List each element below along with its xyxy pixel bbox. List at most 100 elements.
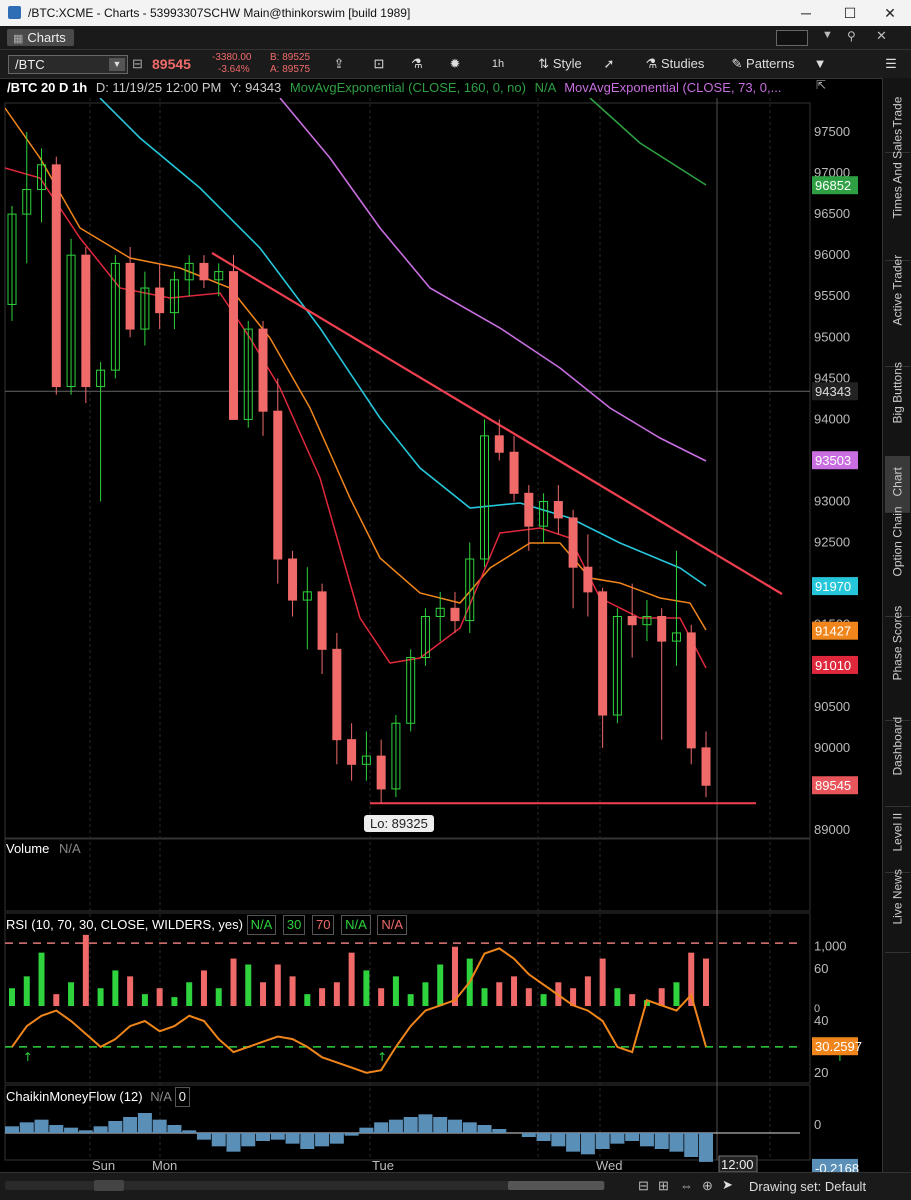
ema73-label[interactable]: MovAvgExponential (CLOSE, 73, 0,...	[564, 80, 781, 95]
cmf-bar	[182, 1130, 197, 1133]
candle-body[interactable]	[553, 501, 563, 519]
time-axis-label: Sun	[92, 1158, 115, 1172]
price-tag: 91010	[815, 658, 851, 673]
candle-body[interactable]	[583, 566, 593, 593]
rsi-value-4: N/A	[341, 915, 371, 935]
time-current-label: 12:00	[721, 1157, 754, 1172]
style-button[interactable]: ⇅ Style	[530, 53, 590, 75]
share-icon[interactable]: ⇪	[328, 53, 350, 75]
candle-body[interactable]	[332, 648, 342, 741]
drawing-set[interactable]: Drawing set: Default	[749, 1179, 866, 1194]
rsi-title[interactable]: RSI (10, 70, 30, CLOSE, WILDERS, yes)	[6, 917, 243, 932]
candle-body[interactable]	[568, 517, 578, 568]
price-tick-label: 95000	[814, 329, 850, 344]
candle-body[interactable]	[686, 632, 696, 749]
cmf-title[interactable]: ChaikinMoneyFlow (12)	[6, 1089, 143, 1104]
candle-body[interactable]	[51, 164, 61, 388]
scroll-handle-icon[interactable]	[94, 1180, 124, 1191]
nav-tab-active-trader[interactable]: Active Trader	[885, 254, 910, 367]
settings-gear-icon[interactable]: ✹	[444, 53, 466, 75]
nav-tab-dashboard[interactable]: Dashboard	[885, 717, 910, 807]
candle-body[interactable]	[701, 747, 711, 786]
candle-body[interactable]	[657, 615, 667, 642]
nav-tab-level-ii[interactable]: Level II	[885, 806, 910, 873]
close-panel-icon[interactable]: ✕	[876, 28, 887, 44]
minimize-button[interactable]: ─	[786, 2, 826, 24]
crosshair-icon[interactable]: ⊕	[702, 1178, 713, 1194]
nav-tab-big-buttons[interactable]: Big Buttons	[885, 362, 910, 457]
candle-body[interactable]	[450, 607, 460, 622]
cursor-icon[interactable]: ➚	[598, 53, 620, 75]
chevron-down-icon[interactable]: ▼	[822, 29, 833, 41]
volume-bar	[392, 976, 399, 1006]
nav-tab-label: Times And Sales	[890, 128, 905, 219]
candle-body[interactable]	[598, 591, 608, 716]
rsi-current-tag: 30.2597	[815, 1039, 862, 1054]
volume-bar	[629, 994, 636, 1006]
cmf-bar	[610, 1133, 625, 1144]
cmf-zero: 0	[174, 1087, 191, 1107]
toolbar-menu-icon[interactable]: ☰	[880, 53, 902, 75]
candle-body[interactable]	[81, 254, 91, 388]
expand-icon[interactable]: ⇔	[680, 1178, 693, 1193]
symbol-input[interactable]: /BTC ▼	[8, 55, 128, 74]
cmf-tick-label: 0	[814, 1117, 821, 1132]
cmf-bar	[374, 1122, 389, 1133]
cmf-header: ChaikinMoneyFlow (12) N/A 0	[6, 1087, 193, 1107]
candle-body[interactable]	[199, 262, 209, 281]
candle-body[interactable]	[228, 271, 238, 420]
candle-body[interactable]	[494, 435, 504, 453]
nav-tab-live-news[interactable]: Live News	[885, 869, 910, 953]
volume-title: Volume	[6, 841, 50, 856]
pin-icon[interactable]: ⚲	[847, 29, 856, 43]
candle-body[interactable]	[155, 287, 165, 314]
tab-charts[interactable]: ▦ Charts	[7, 29, 74, 46]
watch-icon[interactable]: ⊟	[132, 56, 143, 72]
scroll-thumb[interactable]	[508, 1181, 604, 1190]
symbol-text: /BTC	[15, 57, 45, 72]
candle-body[interactable]	[125, 262, 135, 330]
nav-tab-chart[interactable]: Chart	[885, 456, 910, 513]
nav-tab-option-chain[interactable]: Option Chain	[885, 506, 910, 617]
candle-body[interactable]	[627, 615, 637, 626]
cmf-bar	[388, 1119, 403, 1133]
maximize-button[interactable]: ☐	[830, 2, 870, 24]
trend-line[interactable]	[211, 252, 783, 595]
candle-body[interactable]	[288, 558, 298, 601]
flask-icon[interactable]: ⚗	[406, 53, 428, 75]
candle-body[interactable]	[258, 328, 268, 412]
patterns-button[interactable]: ✎ Patterns	[726, 53, 800, 75]
chart-menu-icon[interactable]: ▼	[810, 53, 830, 75]
volume-bar	[511, 976, 518, 1006]
volume-bar	[230, 958, 237, 1006]
candle-body[interactable]	[317, 591, 327, 650]
nav-tab-label: Active Trader	[890, 254, 905, 326]
candle-body[interactable]	[347, 739, 357, 765]
zoom-out-icon[interactable]: ⊟	[638, 1178, 649, 1194]
studies-button[interactable]: ⚗ Studies	[640, 53, 710, 75]
chart-area[interactable]: ↑↑↑↑↑ 9750097000965009600095500950009450…	[0, 98, 882, 1172]
ema73-line	[279, 98, 707, 462]
layout-selector[interactable]	[776, 30, 808, 46]
close-button[interactable]: ✕	[870, 2, 910, 24]
ema160-label[interactable]: MovAvgExponential (CLOSE, 160, 0, no)	[290, 80, 526, 95]
zoom-in-icon[interactable]: ⊞	[658, 1178, 669, 1194]
cmf-bar	[137, 1113, 152, 1133]
cmf-bar	[196, 1133, 211, 1140]
nav-tab-phase-scores[interactable]: Phase Scores	[885, 606, 910, 721]
candle-body[interactable]	[509, 451, 519, 494]
volume-bar	[658, 988, 665, 1006]
snapshot-icon[interactable]: ⊡	[368, 53, 390, 75]
cmf-bar	[536, 1133, 551, 1141]
pointer-icon[interactable]: ➤	[722, 1177, 733, 1193]
candle-body[interactable]	[376, 755, 386, 790]
cmf-bar	[551, 1133, 566, 1147]
candle-body[interactable]	[524, 492, 534, 527]
price-tick-label: 92500	[814, 535, 850, 550]
collapse-icon[interactable]: ⇱	[816, 78, 826, 92]
nav-tab-times-and-sales[interactable]: Times And Sales	[885, 128, 910, 261]
candle-body[interactable]	[273, 410, 283, 560]
symbol-dropdown-icon[interactable]: ▼	[109, 58, 125, 71]
chart-toolbar: /BTC ▼ ⊟ 89545 -3380.00 -3.64% B: 89525 …	[0, 50, 911, 79]
interval-button[interactable]: 1h	[484, 53, 512, 75]
